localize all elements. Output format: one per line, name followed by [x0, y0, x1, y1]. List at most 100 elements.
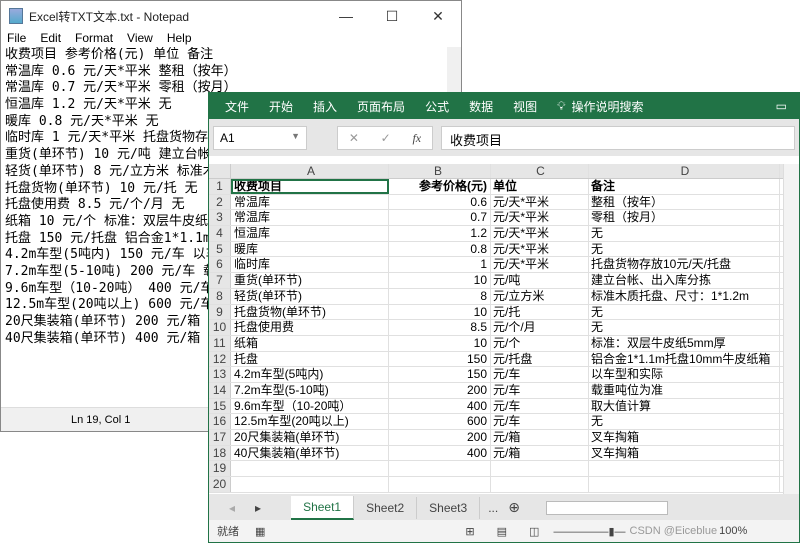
row-header[interactable]: 17 — [209, 430, 231, 445]
horizontal-scrollbar[interactable] — [545, 500, 668, 515]
cell[interactable]: 0.6 — [389, 194, 491, 210]
row-header[interactable]: 5 — [209, 241, 231, 257]
cell[interactable]: 零租（按月） — [589, 210, 780, 226]
row-header[interactable]: 4 — [209, 226, 231, 241]
cell[interactable]: 元/箱 — [491, 430, 589, 445]
cell[interactable]: 8.5 — [389, 320, 491, 335]
cell[interactable]: 8 — [389, 288, 491, 304]
cell[interactable]: 收费项目 — [231, 179, 389, 194]
cell[interactable]: 7.2m车型(5-10吨) — [231, 382, 389, 398]
cell[interactable]: 重货(单环节) — [231, 273, 389, 288]
sheet-tab-sheet2[interactable]: Sheet2 — [354, 496, 418, 519]
cell[interactable]: 元/车 — [491, 382, 589, 398]
column-header-c[interactable]: C — [491, 164, 589, 178]
row-header[interactable]: 2 — [209, 194, 231, 210]
spreadsheet-grid[interactable]: ABCD 1 收费项目 参考价格(元) 单位 备注 2 常温库 0.6 元/天*平米 整租（按年）… — [209, 164, 784, 493]
cell[interactable]: 40尺集装箱(单环节) — [231, 445, 389, 461]
cell[interactable]: 9.6m车型（10-20吨） — [231, 398, 389, 414]
cell[interactable]: 载重吨位为准 — [589, 382, 780, 398]
cell[interactable]: 元/托 — [491, 304, 589, 320]
cell[interactable]: 无 — [589, 414, 780, 429]
cell[interactable]: 元/托盘 — [491, 351, 589, 367]
sheet-tab-sheet1[interactable]: Sheet1 — [291, 495, 355, 520]
menu-help[interactable]: Help — [167, 31, 192, 47]
cell[interactable]: 常温库 — [231, 210, 389, 226]
cell[interactable]: 纸箱 — [231, 335, 389, 351]
menu-edit[interactable]: Edit — [40, 31, 61, 47]
cell[interactable]: 建立台帐、出入库分拣 — [589, 273, 780, 288]
cell[interactable]: 叉车掏箱 — [589, 430, 780, 445]
name-box[interactable]: A1 ▼ — [213, 126, 307, 150]
cell[interactable]: 元/天*平米 — [491, 194, 589, 210]
enter-icon[interactable]: ✓ — [381, 131, 391, 145]
cell[interactable]: 暖库 — [231, 241, 389, 257]
tab-file[interactable]: 文件 — [225, 98, 249, 115]
cell[interactable] — [231, 461, 389, 477]
cell[interactable] — [389, 477, 491, 492]
cell[interactable]: 托盘使用费 — [231, 320, 389, 335]
cell[interactable] — [491, 477, 589, 492]
tab-page-layout[interactable]: 页面布局 — [357, 98, 405, 115]
cell[interactable]: 150 — [389, 367, 491, 382]
cell[interactable]: 托盘 — [231, 351, 389, 367]
cell[interactable]: 4.2m车型(5吨内) — [231, 367, 389, 382]
tab-view[interactable]: 视图 — [513, 98, 537, 115]
cell[interactable]: 200 — [389, 382, 491, 398]
cell[interactable]: 0.8 — [389, 241, 491, 257]
normal-view-icon[interactable]: ⊞ — [465, 525, 474, 538]
menu-view[interactable]: View — [127, 31, 153, 47]
cell[interactable]: 无 — [589, 320, 780, 335]
cell[interactable] — [231, 477, 389, 492]
formula-input[interactable]: 收费项目 — [441, 126, 795, 150]
cell[interactable]: 元/车 — [491, 398, 589, 414]
cell[interactable]: 取大值计算 — [589, 398, 780, 414]
tab-data[interactable]: 数据 — [469, 98, 493, 115]
cell[interactable]: 元/立方米 — [491, 288, 589, 304]
zoom-slider[interactable]: —————▮— — [553, 525, 625, 538]
cell[interactable]: 20尺集装箱(单环节) — [231, 430, 389, 445]
cell[interactable] — [389, 461, 491, 477]
row-header[interactable]: 3 — [209, 210, 231, 226]
row-header[interactable]: 7 — [209, 273, 231, 288]
row-header[interactable]: 9 — [209, 304, 231, 320]
cell[interactable]: 12.5m车型(20吨以上) — [231, 414, 389, 429]
comment-icon[interactable]: ▭ — [776, 99, 787, 113]
row-header[interactable]: 16 — [209, 414, 231, 429]
cell[interactable]: 元/个 — [491, 335, 589, 351]
row-header[interactable]: 10 — [209, 320, 231, 335]
row-header[interactable]: 19 — [209, 461, 231, 477]
function-icon[interactable]: fx — [412, 131, 421, 146]
tab-insert[interactable]: 插入 — [313, 98, 337, 115]
page-break-view-icon[interactable]: ◫ — [529, 525, 539, 538]
cell[interactable]: 临时库 — [231, 257, 389, 273]
row-header[interactable]: 6 — [209, 257, 231, 273]
column-header-d[interactable]: D — [589, 164, 780, 178]
row-header[interactable]: 11 — [209, 335, 231, 351]
row-header[interactable]: 12 — [209, 351, 231, 367]
zoom-level[interactable]: 100% — [719, 525, 747, 537]
cell[interactable]: 元/天*平米 — [491, 241, 589, 257]
cell[interactable]: 标准木质托盘、尺寸：1*1.2m — [589, 288, 780, 304]
maximize-button[interactable]: ☐ — [369, 1, 415, 31]
cell[interactable]: 常温库 — [231, 194, 389, 210]
cell[interactable]: 元/天*平米 — [491, 210, 589, 226]
cell[interactable]: 元/吨 — [491, 273, 589, 288]
cell[interactable]: 400 — [389, 398, 491, 414]
cell[interactable]: 元/车 — [491, 414, 589, 429]
cell[interactable]: 元/个/月 — [491, 320, 589, 335]
cell[interactable] — [589, 477, 780, 492]
row-header[interactable]: 14 — [209, 382, 231, 398]
minimize-button[interactable]: — — [323, 1, 369, 31]
cell[interactable]: 200 — [389, 430, 491, 445]
menu-format[interactable]: Format — [75, 31, 113, 47]
row-header[interactable]: 13 — [209, 367, 231, 382]
cell[interactable]: 恒温库 — [231, 226, 389, 241]
cell[interactable]: 标准：双层牛皮纸5mm厚 — [589, 335, 780, 351]
cell[interactable]: 叉车掏箱 — [589, 445, 780, 461]
cell[interactable]: 无 — [589, 241, 780, 257]
close-button[interactable]: ✕ — [415, 1, 461, 31]
page-layout-view-icon[interactable]: ▤ — [497, 525, 507, 538]
column-header-a[interactable]: A — [231, 164, 389, 178]
sheet-tab-sheet3[interactable]: Sheet3 — [417, 496, 481, 519]
cell[interactable]: 托盘货物(单环节) — [231, 304, 389, 320]
